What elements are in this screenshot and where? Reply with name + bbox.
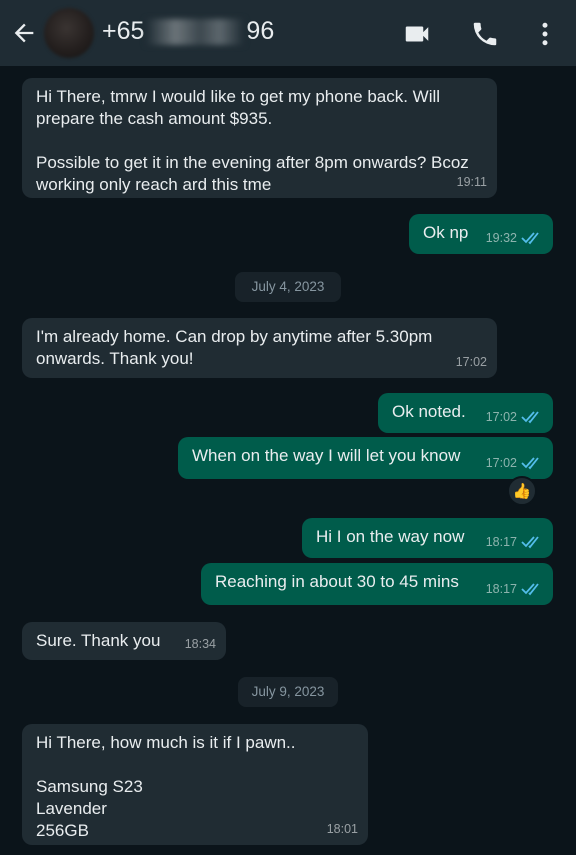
message-outgoing[interactable]: Reaching in about 30 to 45 mins 18:17 — [201, 563, 553, 605]
message-outgoing[interactable]: Hi I on the way now 18:17 — [302, 518, 553, 558]
message-time: 17:02 — [485, 456, 517, 470]
contact-prefix: +65 — [102, 17, 145, 45]
message-time: 18:01 — [326, 822, 358, 836]
contact-suffix: 96 — [246, 17, 275, 45]
message-time: 19:11 — [456, 175, 487, 189]
redacted-number-blur — [146, 18, 245, 45]
message-text: I'm already home. Can drop by anytime af… — [36, 327, 438, 368]
date-separator: July 9, 2023 — [238, 677, 338, 707]
more-options-icon[interactable] — [530, 19, 560, 49]
read-ticks-icon — [521, 457, 539, 470]
back-arrow-icon[interactable] — [10, 19, 38, 47]
message-incoming[interactable]: Hi There, how much is it if I pawn.. Sam… — [22, 724, 368, 845]
read-ticks-icon — [521, 583, 539, 596]
contact-avatar[interactable] — [44, 8, 94, 58]
message-time: 17:02 — [485, 410, 517, 424]
message-time: 17:02 — [455, 355, 487, 369]
message-text: Hi There, how much is it if I pawn.. Sam… — [36, 733, 296, 840]
message-text: Hi There, tmrw I would like to get my ph… — [36, 87, 469, 194]
chat-area[interactable]: Hi There, tmrw I would like to get my ph… — [0, 66, 576, 855]
message-incoming[interactable]: I'm already home. Can drop by anytime af… — [22, 318, 497, 378]
message-outgoing[interactable]: When on the way I will let you know 17:0… — [178, 437, 553, 479]
message-time: 18:34 — [184, 637, 216, 651]
message-time: 19:32 — [485, 231, 517, 245]
message-incoming[interactable]: Sure. Thank you 18:34 — [22, 622, 226, 660]
read-ticks-icon — [521, 232, 539, 245]
read-ticks-icon — [521, 411, 539, 424]
video-call-icon[interactable] — [402, 19, 432, 49]
message-outgoing[interactable]: Ok np 19:32 — [409, 214, 553, 254]
message-incoming[interactable]: Hi There, tmrw I would like to get my ph… — [22, 78, 497, 198]
contact-name[interactable]: +65 96 — [102, 17, 274, 46]
chat-header: +65 96 — [0, 0, 576, 66]
thumbs-up-reaction-icon[interactable]: 👍 — [507, 476, 537, 506]
message-time: 18:17 — [485, 582, 517, 596]
date-separator: July 4, 2023 — [235, 272, 341, 302]
read-ticks-icon — [521, 536, 539, 549]
message-outgoing[interactable]: Ok noted. 17:02 — [378, 393, 553, 433]
phone-call-icon[interactable] — [470, 19, 500, 49]
message-time: 18:17 — [485, 535, 517, 549]
